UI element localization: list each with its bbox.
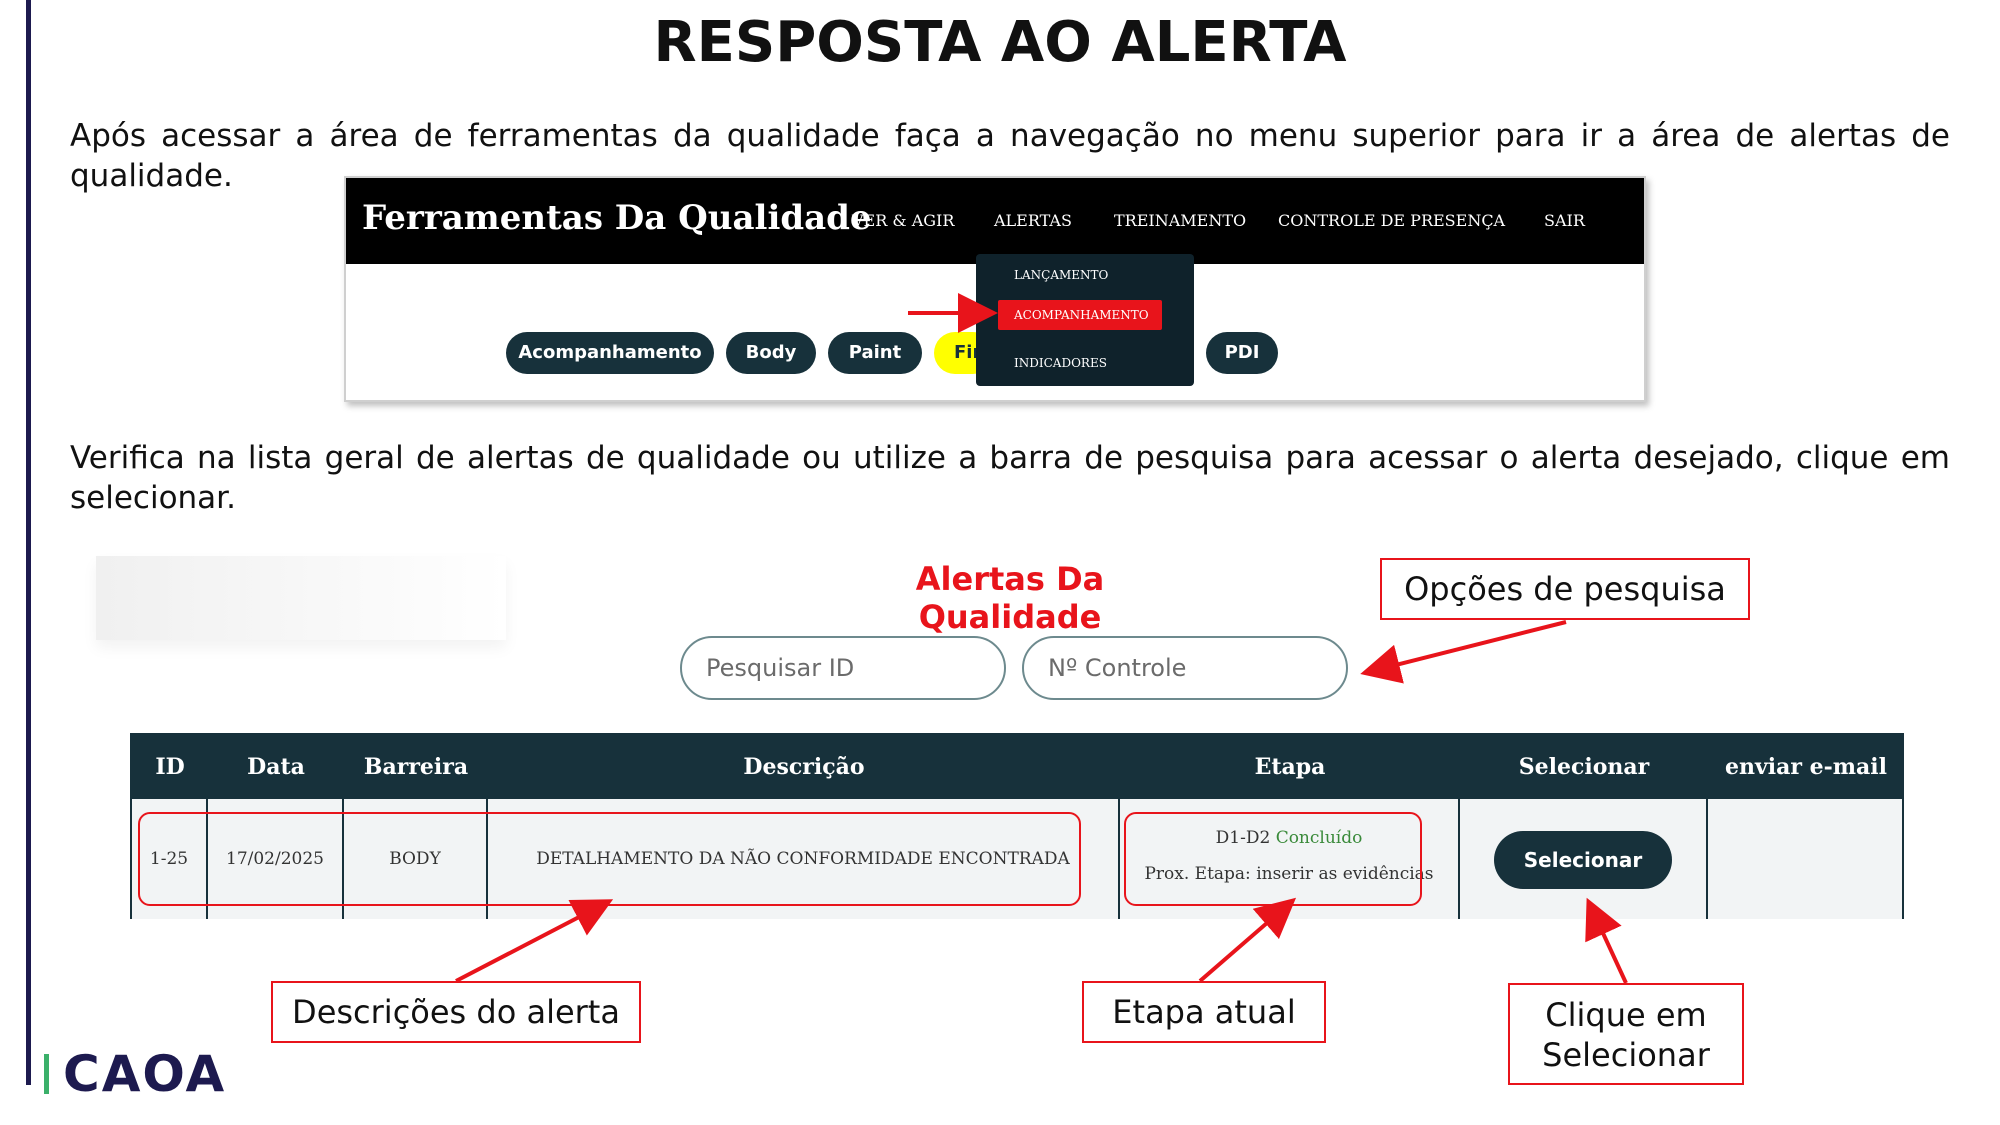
logo-text: CAOA bbox=[63, 1045, 227, 1103]
alertas-dropdown-menu: LANÇAMENTO ACOMPANHAMENTO INDICADORES bbox=[976, 254, 1194, 386]
table-header: ID Data Barreira Descrição Etapa Selecio… bbox=[132, 735, 1902, 799]
nav-item-ver-agir[interactable]: VER & AGIR bbox=[852, 211, 954, 230]
alerts-section-title: Alertas Da Qualidade bbox=[915, 560, 1105, 636]
column-header-data: Data bbox=[247, 754, 305, 780]
column-header-descricao: Descrição bbox=[743, 754, 865, 780]
column-header-etapa: Etapa bbox=[1254, 754, 1326, 780]
nav-item-sair[interactable]: SAIR bbox=[1544, 211, 1585, 230]
column-header-barreira: Barreira bbox=[363, 754, 469, 780]
top-navbar: Ferramentas Da Qualidade VER & AGIR ALER… bbox=[346, 178, 1644, 264]
pill-acompanhamento[interactable]: Acompanhamento bbox=[506, 332, 714, 374]
callout-current-stage: Etapa atual bbox=[1082, 981, 1326, 1043]
column-header-selecionar: Selecionar bbox=[1518, 754, 1650, 780]
app-brand-title[interactable]: Ferramentas Da Qualidade bbox=[362, 198, 872, 238]
navigation-screenshot: Ferramentas Da Qualidade VER & AGIR ALER… bbox=[344, 176, 1646, 402]
callout-alert-descriptions: Descrições do alerta bbox=[271, 981, 641, 1043]
cell-send-email[interactable] bbox=[1708, 799, 1904, 919]
logo-green-bar bbox=[44, 1054, 49, 1094]
search-control-input[interactable] bbox=[1022, 636, 1348, 700]
search-id-input[interactable] bbox=[680, 636, 1006, 700]
dropdown-item-indicadores[interactable]: INDICADORES bbox=[1014, 356, 1107, 370]
pill-pdi[interactable]: PDI bbox=[1206, 332, 1278, 374]
pill-body[interactable]: Body bbox=[726, 332, 816, 374]
caoa-logo: CAOA bbox=[44, 1045, 227, 1103]
nav-item-controle-presenca[interactable]: CONTROLE DE PRESENÇA bbox=[1278, 211, 1505, 230]
instruction-paragraph-2: Verifica na lista geral de alertas de qu… bbox=[70, 440, 1950, 516]
column-header-id: ID bbox=[155, 754, 185, 780]
select-button[interactable]: Selecionar bbox=[1494, 831, 1672, 889]
faded-header-area bbox=[96, 556, 506, 640]
arrow-to-search-fields bbox=[1360, 620, 1567, 684]
callout-click-select: Clique em Selecionar bbox=[1508, 983, 1744, 1085]
column-header-enviar-email: enviar e-mail bbox=[1724, 754, 1887, 780]
nav-item-treinamento[interactable]: TREINAMENTO bbox=[1114, 211, 1246, 230]
cell-select: Selecionar bbox=[1460, 799, 1708, 919]
dropdown-item-acompanhamento[interactable]: ACOMPANHAMENTO bbox=[998, 300, 1162, 330]
dropdown-item-lancamento[interactable]: LANÇAMENTO bbox=[1014, 268, 1108, 282]
pill-paint[interactable]: Paint bbox=[828, 332, 922, 374]
description-highlight-box bbox=[138, 812, 1081, 906]
slide-title: RESPOSTA AO ALERTA bbox=[653, 10, 1347, 75]
nav-item-alertas[interactable]: ALERTAS bbox=[994, 211, 1072, 230]
left-accent-bar bbox=[26, 0, 31, 1085]
stage-highlight-box bbox=[1124, 812, 1422, 906]
callout-search-options: Opções de pesquisa bbox=[1380, 558, 1750, 620]
